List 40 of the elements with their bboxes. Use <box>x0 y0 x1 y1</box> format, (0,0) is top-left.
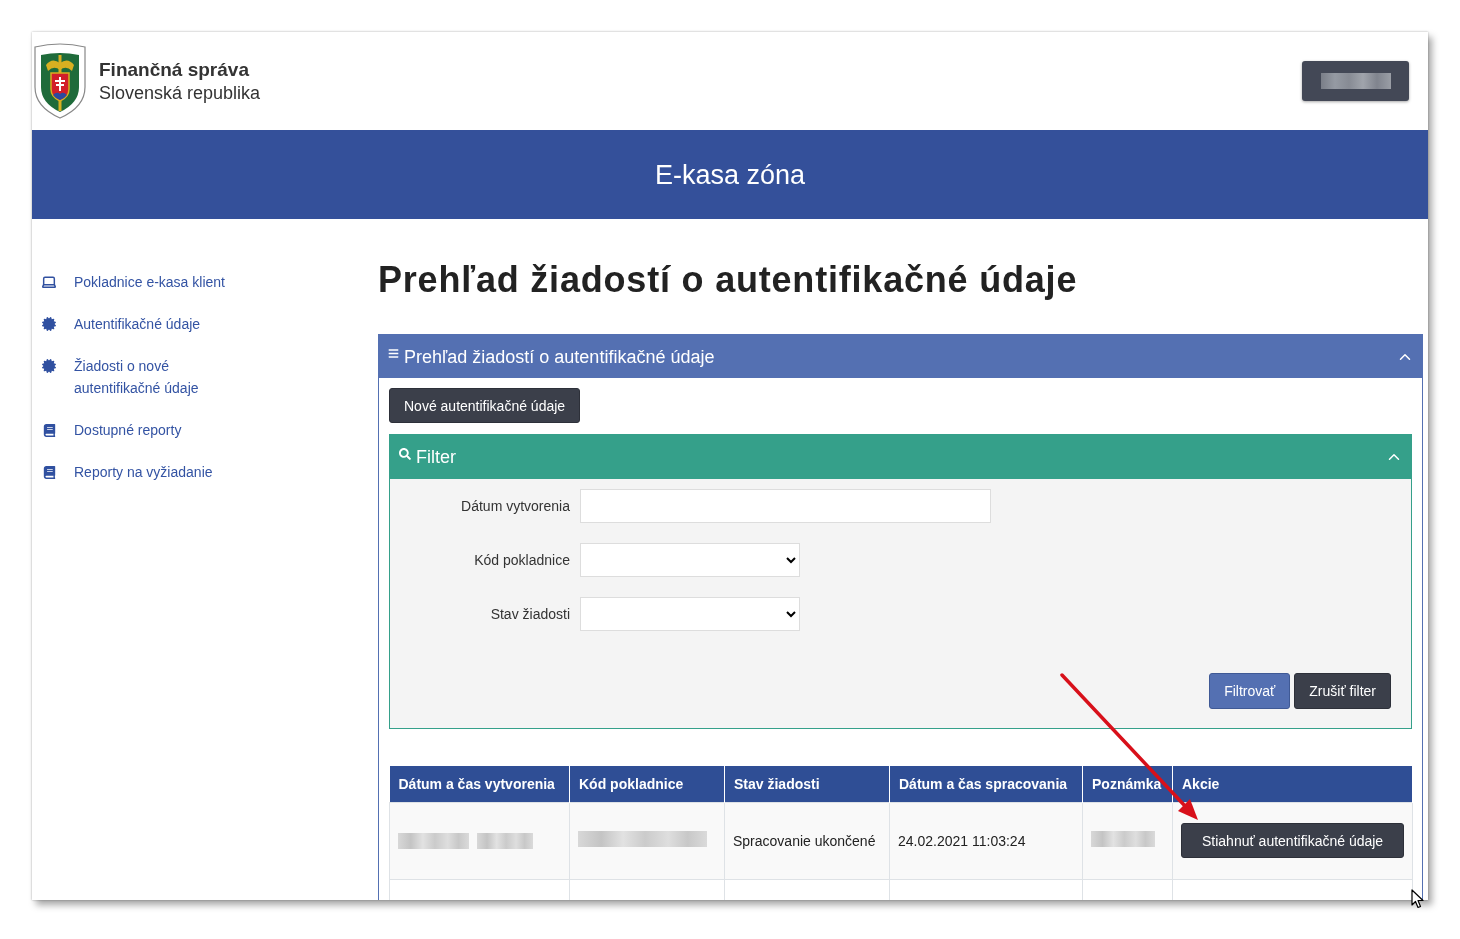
redacted-block <box>398 832 469 849</box>
column-header: Stav žiadosti <box>724 766 890 802</box>
redacted-block <box>477 832 533 849</box>
seal-icon <box>42 359 56 373</box>
download-button[interactable]: Stiahnuť autentifikačné údaje <box>1181 823 1405 858</box>
column-header: Dátum a čas vytvorenia <box>389 766 570 802</box>
date-input-field[interactable] <box>580 489 991 523</box>
field-label: Stav žiadosti <box>489 606 571 622</box>
clear-filter-button[interactable]: Zrušiť filter <box>1294 673 1391 709</box>
field-label: Kód pokladnice <box>473 552 571 568</box>
account-button[interactable] <box>1302 61 1409 101</box>
redacted-block <box>1091 831 1155 847</box>
column-header: Poznámka <box>1082 766 1173 802</box>
book-icon <box>42 465 56 479</box>
brand-title: Finančná správa <box>99 58 250 81</box>
brand-subtitle: Slovenská republika <box>99 82 261 104</box>
sidebar-link[interactable]: Dostupné reporty <box>41 419 182 441</box>
menu-icon <box>388 348 399 359</box>
select-field[interactable] <box>580 543 800 577</box>
table-cell: 24.02.2021 11:03:24 <box>889 802 1083 879</box>
sidebar-link[interactable]: Pokladnice e-kasa klient <box>41 271 225 293</box>
column-header: Akcie <box>1172 766 1413 802</box>
column-header: Kód pokladnice <box>569 766 725 802</box>
seal-icon <box>42 317 56 331</box>
sidebar-link[interactable]: Reporty na vyžiadanie <box>41 461 213 483</box>
filter-title: Filter <box>416 445 456 468</box>
book-icon <box>42 423 56 437</box>
table-cell: Spracovanie ukončené <box>724 802 890 879</box>
panel-title: Prehľad žiadostí o autentifikačné údaje <box>404 345 715 368</box>
select-field[interactable] <box>580 597 800 631</box>
sidebar-link[interactable]: Autentifikačné údaje <box>41 313 201 335</box>
field-label: Dátum vytvorenia <box>460 498 571 514</box>
page-title: Prehľad žiadostí o autentifikačné údaje <box>378 258 1078 301</box>
column-header: Dátum a čas spracovania <box>889 766 1083 802</box>
new-credentials-button[interactable]: Nové autentifikačné údaje <box>389 388 581 423</box>
search-icon <box>399 447 411 460</box>
filter-button[interactable]: Filtrovať <box>1209 673 1291 709</box>
sidebar-link[interactable]: Žiadosti o nové autentifikačné údaje <box>41 355 236 399</box>
banner-title: E-kasa zóna <box>654 158 806 191</box>
laptop-icon <box>41 274 57 290</box>
